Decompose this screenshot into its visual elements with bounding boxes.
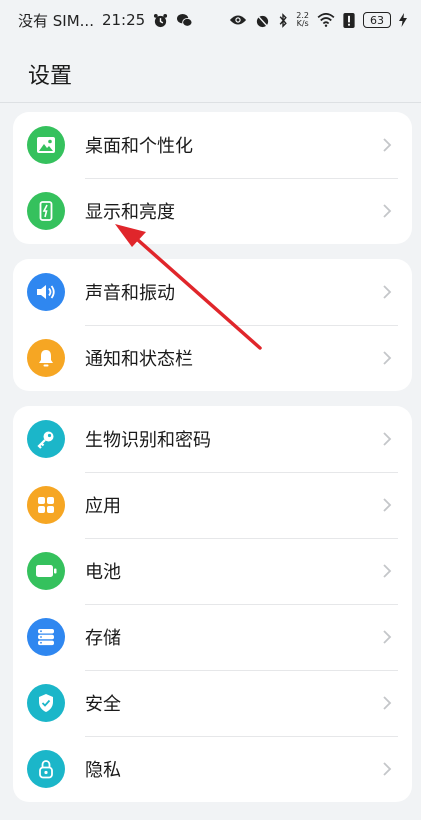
settings-item-battery[interactable]: 电池 [13, 538, 412, 604]
settings-group-sound: 声音和振动 通知和状态栏 [13, 259, 412, 391]
chevron-right-icon [372, 497, 402, 513]
settings-item-biometrics-password[interactable]: 生物识别和密码 [13, 406, 412, 472]
shield-check-icon [27, 684, 65, 722]
settings-item-desktop-personalization[interactable]: 桌面和个性化 [13, 112, 412, 178]
settings-item-label: 安全 [85, 694, 121, 715]
settings-item-security[interactable]: 安全 [13, 670, 412, 736]
privacy-lock-icon [27, 750, 65, 788]
settings-group-display: 桌面和个性化 显示和亮度 [13, 112, 412, 244]
settings-item-label: 存储 [85, 628, 121, 649]
chevron-right-icon [372, 137, 402, 153]
settings-item-storage[interactable]: 存储 [13, 604, 412, 670]
net-speed-unit: K/s [296, 19, 309, 28]
bell-icon [27, 339, 65, 377]
chevron-right-icon [372, 350, 402, 366]
apps-grid-icon [27, 486, 65, 524]
page-title: 设置 [28, 64, 73, 89]
battery-icon [27, 552, 65, 590]
alarm-status-icon [153, 13, 168, 28]
alarm-off-status-icon [255, 13, 270, 28]
settings-item-sound-vibration[interactable]: 声音和振动 [13, 259, 412, 325]
bluetooth-icon [278, 12, 288, 28]
settings-item-label: 应用 [85, 496, 121, 517]
chevron-right-icon [372, 431, 402, 447]
settings-item-label: 电池 [85, 562, 121, 583]
chevron-right-icon [372, 761, 402, 777]
net-speed-indicator: 2.2 K/s [296, 12, 309, 28]
status-bar: 没有 SIM... 21:25 2.2 K/s 63 [0, 0, 421, 40]
key-icon [27, 420, 65, 458]
chevron-right-icon [372, 563, 402, 579]
chevron-right-icon [372, 284, 402, 300]
storage-icon [27, 618, 65, 656]
settings-item-notification-statusbar[interactable]: 通知和状态栏 [13, 325, 412, 391]
phone-brightness-icon [27, 192, 65, 230]
header-divider [0, 102, 421, 103]
settings-group-system: 生物识别和密码 应用 电池 存储 安全 隐私 [13, 406, 412, 802]
wechat-status-icon [176, 13, 193, 28]
settings-item-label: 声音和振动 [85, 283, 175, 304]
alert-status-icon [343, 12, 355, 28]
wifi-icon [317, 13, 335, 27]
chevron-right-icon [372, 695, 402, 711]
settings-item-apps[interactable]: 应用 [13, 472, 412, 538]
settings-item-label: 桌面和个性化 [85, 136, 193, 157]
image-icon [27, 126, 65, 164]
eye-status-icon [229, 13, 247, 27]
speaker-icon [27, 273, 65, 311]
settings-item-label: 显示和亮度 [85, 202, 175, 223]
chevron-right-icon [372, 203, 402, 219]
clock-time: 21:25 [101, 11, 146, 29]
carrier-text: 没有 SIM... [18, 11, 94, 30]
settings-item-label: 通知和状态栏 [85, 349, 193, 370]
settings-item-label: 生物识别和密码 [85, 430, 211, 451]
settings-item-privacy[interactable]: 隐私 [13, 736, 412, 802]
settings-item-display-brightness[interactable]: 显示和亮度 [13, 178, 412, 244]
chevron-right-icon [372, 629, 402, 645]
settings-item-label: 隐私 [85, 760, 121, 781]
battery-level: 63 [363, 12, 391, 28]
charging-icon [399, 13, 407, 27]
